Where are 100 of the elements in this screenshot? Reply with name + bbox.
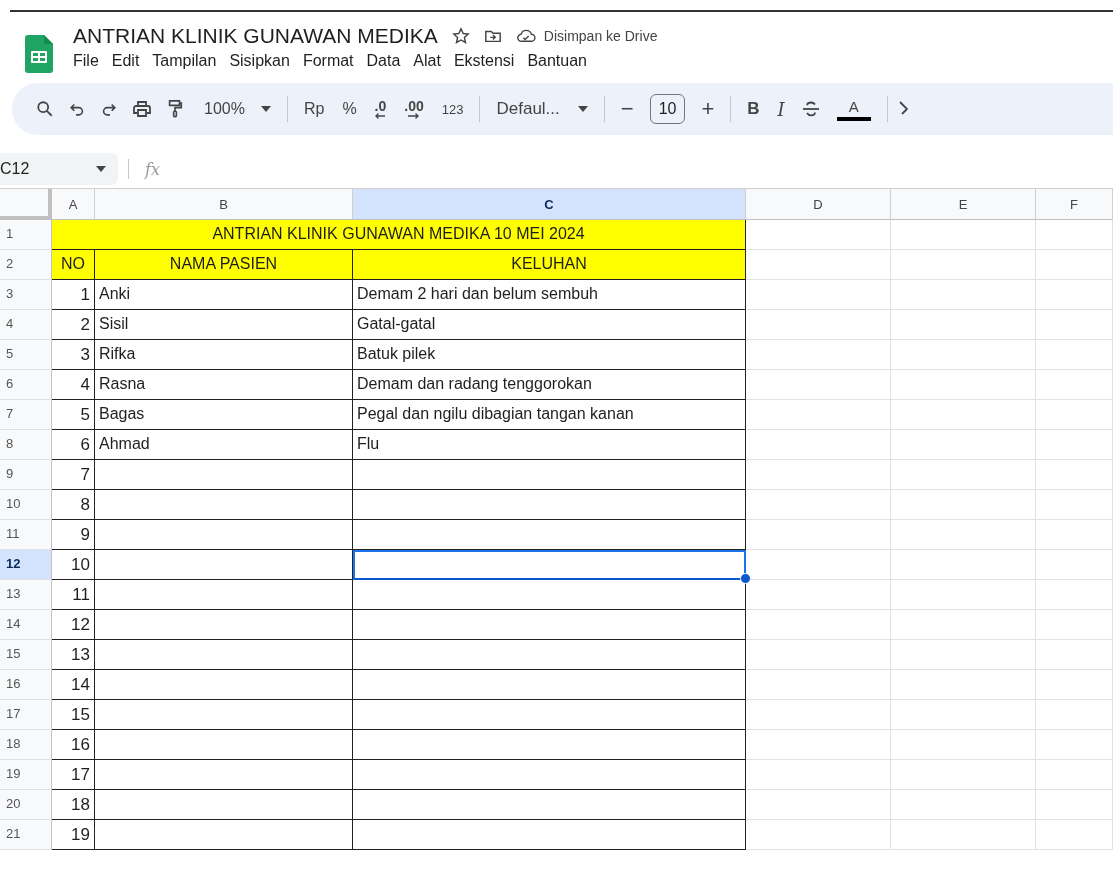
row-header[interactable]: 5 (0, 340, 52, 370)
row-header[interactable]: 14 (0, 610, 52, 640)
zoom-dropdown[interactable]: 100% (202, 100, 273, 118)
table-cell: Demam dan radang tenggorokan (353, 370, 746, 400)
table-cell: Rasna (95, 370, 353, 400)
table-cell: ANTRIAN KLINIK GUNAWAN MEDIKA 10 MEI 2024 (52, 220, 746, 250)
menu-item[interactable]: Edit (111, 52, 140, 70)
table-cell: NO (52, 250, 95, 280)
font-dropdown[interactable]: Defaul... (494, 99, 590, 119)
menu-item[interactable]: Alat (413, 52, 441, 70)
row-header[interactable]: 11 (0, 520, 52, 550)
name-box[interactable]: C12 (0, 153, 118, 185)
row-header[interactable]: 17 (0, 700, 52, 730)
menu-item[interactable]: Ekstensi (453, 52, 515, 70)
cloud-check-icon[interactable] (515, 28, 536, 44)
increase-font-size-button[interactable]: + (699, 96, 717, 122)
table-cell: NAMA PASIEN (95, 250, 353, 280)
row-header[interactable]: 2 (0, 250, 52, 280)
table-cell: Batuk pilek (353, 340, 746, 370)
table-cell: 11 (52, 580, 95, 610)
search-icon[interactable] (36, 100, 54, 118)
table-cell: 17 (52, 760, 95, 790)
text-color-button[interactable]: A (834, 97, 873, 121)
table-cell: Bagas (95, 400, 353, 430)
table-cell: Pegal dan ngilu dibagian tangan kanan (353, 400, 746, 430)
table-cell: KELUHAN (353, 250, 746, 280)
italic-button[interactable]: I (775, 98, 787, 120)
table-cell: 2 (52, 310, 95, 340)
table-cell: 3 (52, 340, 95, 370)
row-header[interactable]: 18 (0, 730, 52, 760)
caret-icon (96, 166, 106, 172)
table-cell: 4 (52, 370, 95, 400)
formula-label: fx (145, 159, 160, 179)
active-cell[interactable] (353, 550, 746, 580)
font-size-field[interactable]: 10 (649, 94, 686, 124)
row-header[interactable]: 12 (0, 550, 52, 580)
sheets-logo-icon[interactable] (25, 35, 53, 73)
table-cell: Anki (95, 280, 353, 310)
table-cell: 13 (52, 640, 95, 670)
table-cell: Ahmad (95, 430, 353, 460)
table-cell: 19 (52, 820, 95, 850)
row-header[interactable]: 7 (0, 400, 52, 430)
row-header[interactable]: 21 (0, 820, 52, 850)
menu-item[interactable]: Data (366, 52, 401, 70)
strikethrough-icon[interactable] (800, 99, 821, 119)
row-header[interactable]: 10 (0, 490, 52, 520)
column-header[interactable]: E (891, 189, 1036, 220)
column-header[interactable]: C (353, 189, 746, 220)
fill-handle[interactable] (740, 573, 751, 584)
row-header[interactable]: 13 (0, 580, 52, 610)
table-cell: Demam 2 hari dan belum sembuh (353, 280, 746, 310)
menu-item[interactable]: Tampilan (152, 52, 217, 70)
table-cell: 14 (52, 670, 95, 700)
increase-decimal-button[interactable]: .00 (402, 99, 426, 119)
print-icon[interactable] (132, 99, 152, 119)
row-header[interactable]: 9 (0, 460, 52, 490)
menu-item[interactable]: Sisipkan (229, 52, 290, 70)
row-header[interactable]: 15 (0, 640, 52, 670)
table-cell: 7 (52, 460, 95, 490)
column-header[interactable]: A (52, 189, 95, 220)
row-header[interactable]: 20 (0, 790, 52, 820)
caret-icon (577, 106, 588, 112)
row-header[interactable]: 8 (0, 430, 52, 460)
row-header[interactable]: 16 (0, 670, 52, 700)
percent-button[interactable]: % (340, 100, 359, 118)
menu-item[interactable]: File (73, 52, 99, 70)
table-cell: 6 (52, 430, 95, 460)
table-cell: 15 (52, 700, 95, 730)
bold-button[interactable]: B (745, 99, 762, 119)
table-cell: Rifka (95, 340, 353, 370)
decrease-font-size-button[interactable]: − (618, 96, 636, 122)
table-cell: 18 (52, 790, 95, 820)
menu-item[interactable]: Bantuan (527, 52, 587, 70)
currency-button[interactable]: Rp (301, 100, 327, 118)
right-arrow-icon (408, 113, 421, 119)
caret-icon (260, 106, 271, 112)
row-header[interactable]: 4 (0, 310, 52, 340)
table-cell: 16 (52, 730, 95, 760)
row-header[interactable]: 1 (0, 220, 52, 250)
table-cell: Gatal-gatal (353, 310, 746, 340)
document-title[interactable]: ANTRIAN KLINIK GUNAWAN MEDIKA (73, 24, 438, 48)
table-cell: Flu (353, 430, 746, 460)
save-status: Disimpan ke Drive (543, 28, 658, 44)
column-header[interactable]: B (95, 189, 353, 220)
table-cell: 10 (52, 550, 95, 580)
column-header[interactable]: D (746, 189, 891, 220)
table-cell: 12 (52, 610, 95, 640)
table-cell: Sisil (95, 310, 353, 340)
table-cell: 5 (52, 400, 95, 430)
menu-item[interactable]: Format (302, 52, 354, 70)
table-cell: 9 (52, 520, 95, 550)
paint-format-icon[interactable] (166, 99, 184, 119)
left-arrow-icon (375, 113, 386, 119)
row-header[interactable]: 6 (0, 370, 52, 400)
row-header[interactable]: 3 (0, 280, 52, 310)
number-format-button[interactable]: 123 (439, 101, 466, 117)
star-icon[interactable] (451, 27, 470, 45)
column-header[interactable]: F (1036, 189, 1113, 220)
row-header[interactable]: 19 (0, 760, 52, 790)
decrease-decimal-button[interactable]: .0 (372, 99, 389, 119)
